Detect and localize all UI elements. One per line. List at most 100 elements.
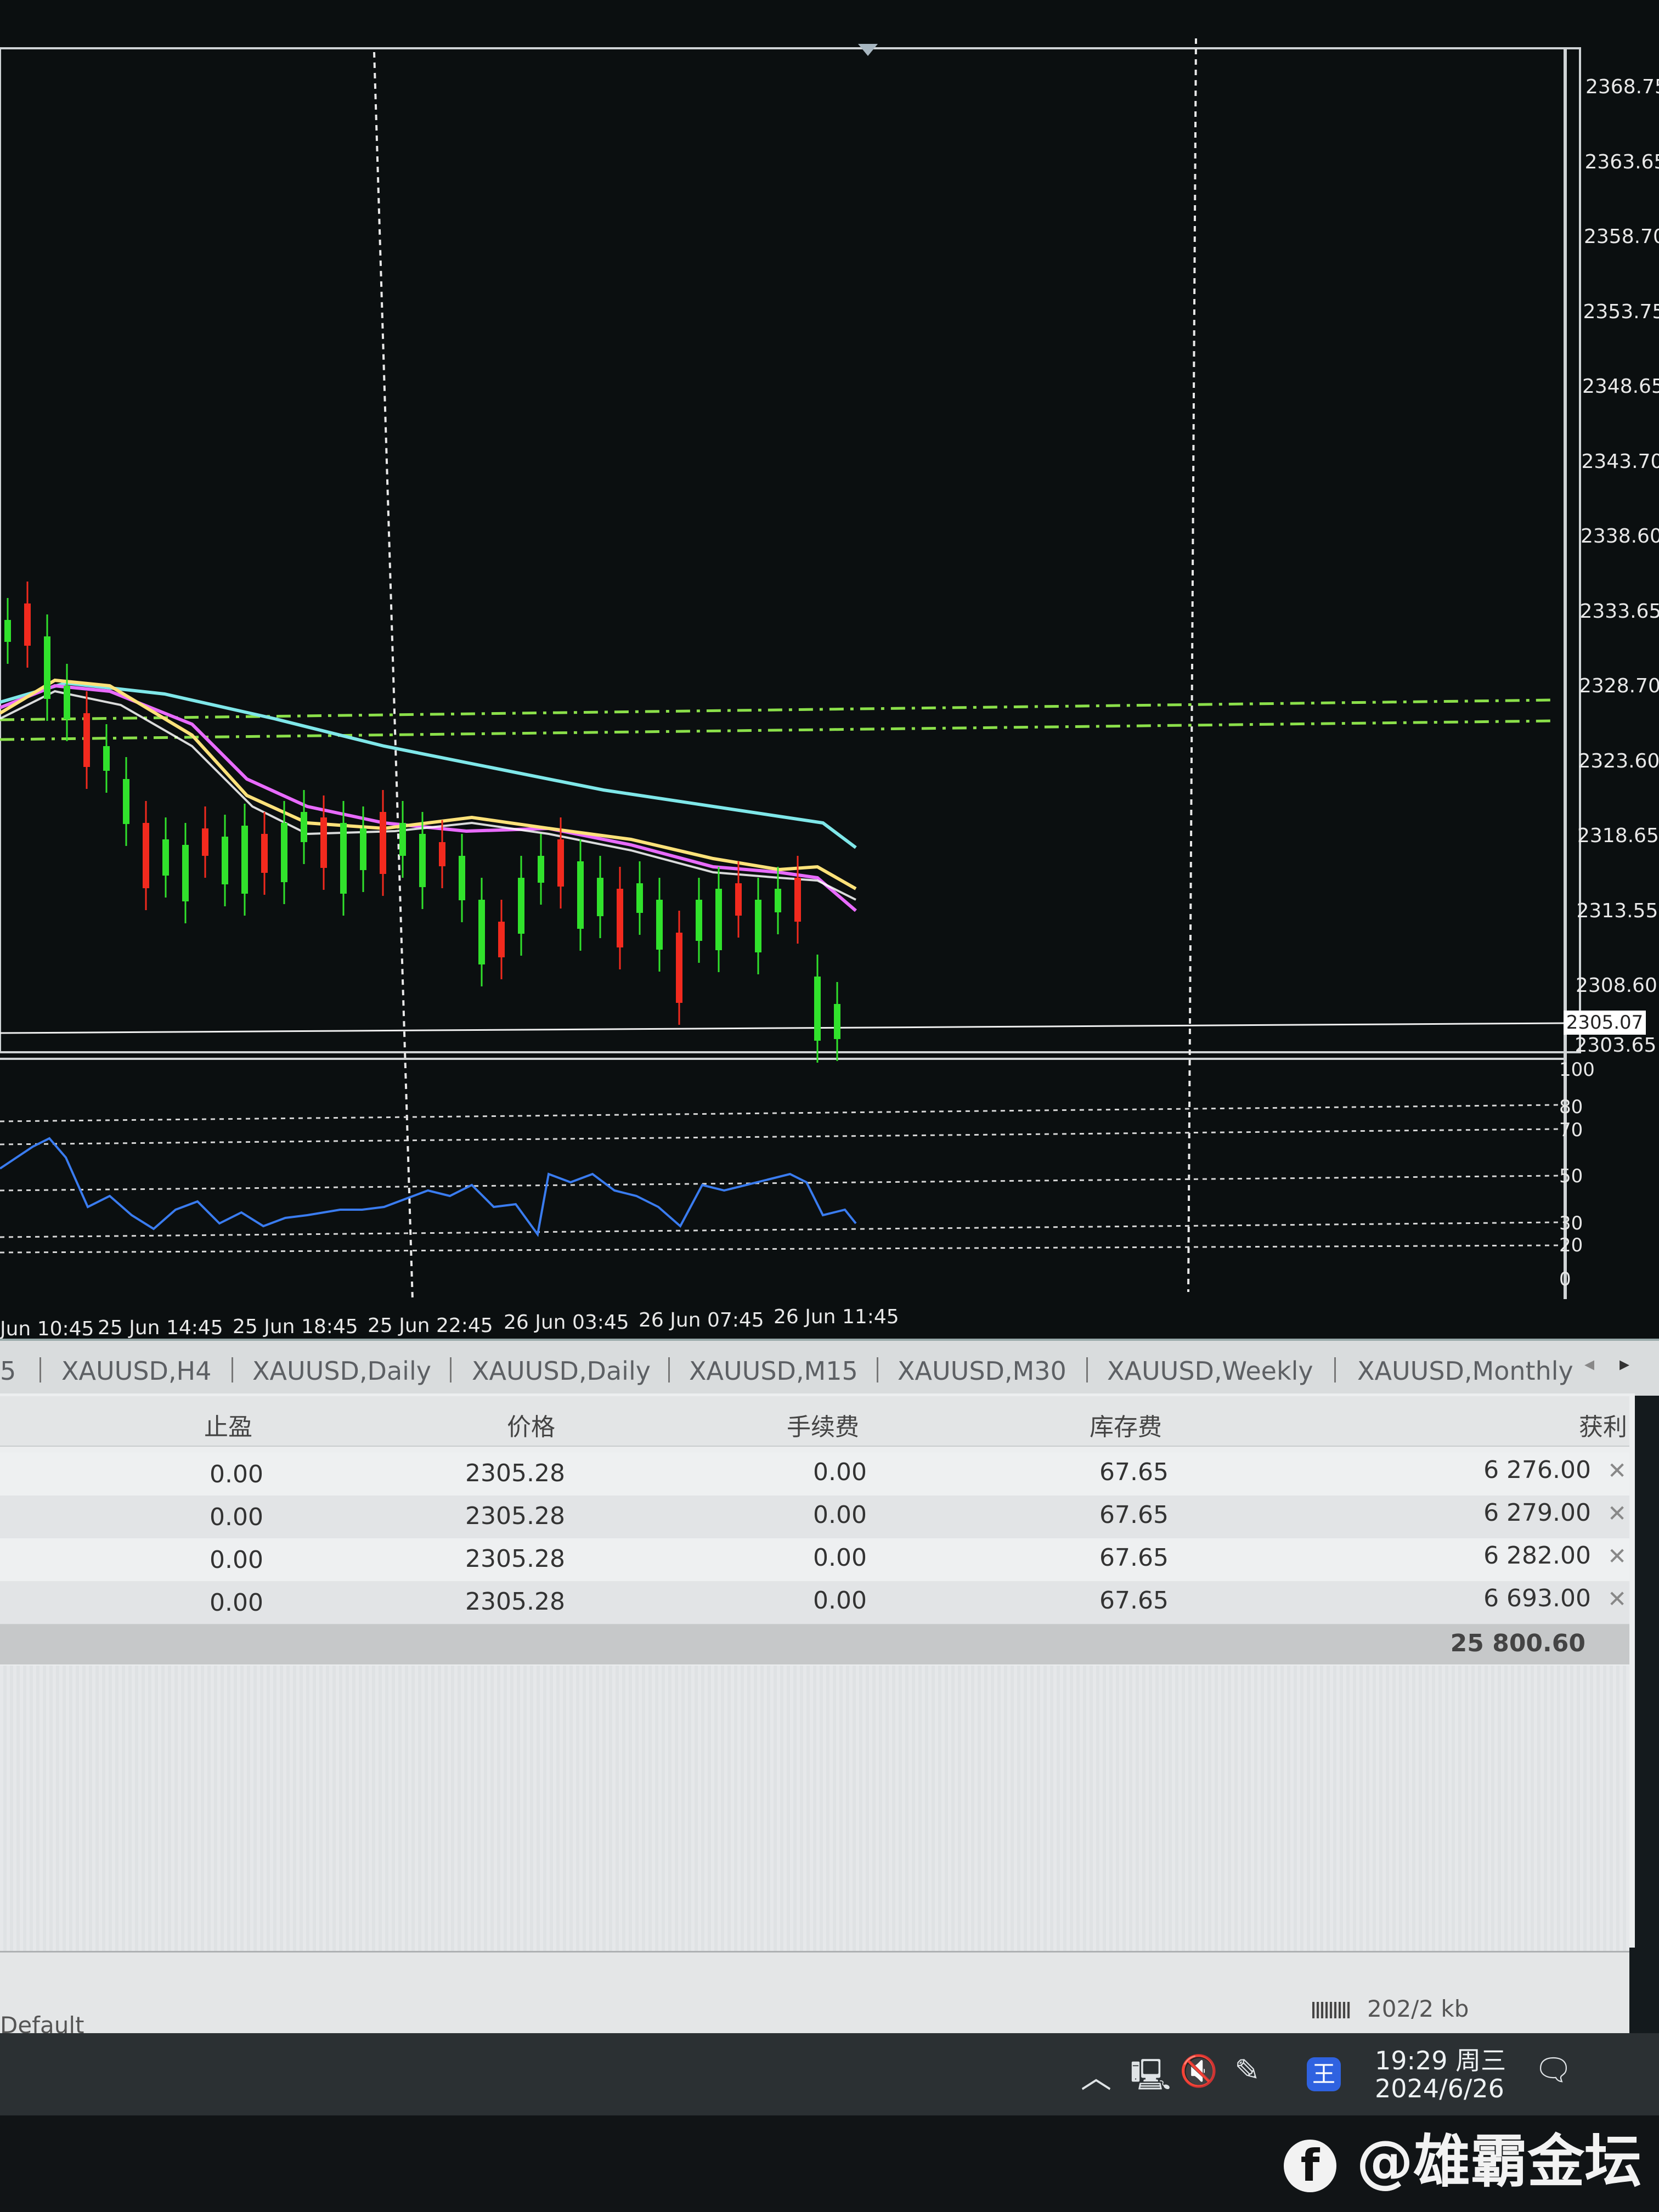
chevron-up-icon[interactable]: ︿ — [1081, 2053, 1111, 2097]
tab-chart-m15[interactable]: XAUUSD,M15 — [689, 1356, 858, 1386]
price-chart[interactable]: 2368.75 2363.65 2358.70 2353.75 2348.65 2343.… — [0, 0, 1659, 1340]
tab-scroll-right-icon[interactable]: ▸ — [1620, 1353, 1629, 1375]
table-empty-area — [0, 1666, 1629, 1951]
facebook-icon: f — [1284, 2139, 1336, 2192]
table-row[interactable]: 0.00 2305.28 0.00 67.65 6 693.00 ✕ — [0, 1581, 1629, 1625]
candle-body — [241, 826, 248, 894]
price-tick-label: 2308.60 — [1576, 974, 1657, 997]
price-tick-label: 2348.65 — [1582, 375, 1659, 398]
table-row[interactable]: 0.00 2305.28 0.00 67.65 6 276.00 ✕ — [0, 1453, 1629, 1497]
candle-body — [123, 779, 129, 824]
candle-body — [261, 834, 268, 873]
cell-take-profit: 0.00 — [210, 1589, 263, 1617]
candle-body — [459, 856, 465, 900]
tab-chart-daily[interactable]: XAUUSD,Daily — [252, 1356, 431, 1386]
candle-body — [636, 883, 643, 913]
cell-take-profit: 0.00 — [210, 1460, 263, 1488]
candle-body — [202, 828, 208, 856]
rsi-level-70 — [0, 1128, 1559, 1146]
close-position-icon[interactable]: ✕ — [1607, 1500, 1627, 1527]
column-header-swap[interactable]: 库存费 — [1090, 1407, 1162, 1442]
price-tick-label: 2363.65 — [1584, 150, 1659, 173]
taskbar-time[interactable]: 19:29 周三 — [1375, 2041, 1506, 2077]
tab-separator — [1086, 1357, 1088, 1383]
taskbar-date[interactable]: 2024/6/26 — [1375, 2074, 1504, 2103]
price-tick-label: 2353.75 — [1583, 300, 1659, 323]
price-tick-label: 2338.60 — [1581, 525, 1659, 548]
candle-body — [439, 842, 445, 866]
candle-body — [577, 861, 584, 929]
column-header-take-profit[interactable]: 止盈 — [204, 1407, 252, 1442]
tab-separator — [1334, 1357, 1336, 1383]
time-tick-label: 25 Jun 22:45 — [368, 1314, 493, 1337]
candle-body — [24, 603, 31, 646]
cell-profit: 6 276.00 — [1483, 1456, 1591, 1484]
price-tick-label: 2358.70 — [1584, 225, 1659, 248]
candle-body — [64, 686, 70, 719]
tab-chart-h4[interactable]: XAUUSD,H4 — [61, 1356, 211, 1386]
tab-separator — [450, 1357, 452, 1383]
candlesticks — [4, 582, 840, 1063]
cell-profit: 6 693.00 — [1483, 1584, 1591, 1612]
tab-chart-daily-2[interactable]: XAUUSD,Daily — [472, 1356, 651, 1386]
status-bar: Default 202/2 kb — [0, 1951, 1629, 2039]
candle-body — [103, 746, 110, 771]
candle-body — [301, 812, 307, 842]
total-row: 25 800.60 — [0, 1625, 1629, 1664]
tab-chart-monthly[interactable]: XAUUSD,Monthly — [1357, 1356, 1573, 1386]
cell-swap: 67.65 — [1099, 1501, 1169, 1529]
watermark-text: @雄霸金坛 — [1356, 2128, 1642, 2195]
candle-body — [498, 922, 505, 957]
ime-icon[interactable]: 王 — [1307, 2057, 1341, 2091]
cell-take-profit: 0.00 — [210, 1503, 263, 1531]
level-line-lower — [0, 719, 1553, 741]
tab-separator — [668, 1357, 670, 1383]
price-tick-label: 2343.70 — [1581, 450, 1659, 473]
candle-body — [676, 933, 682, 1003]
connection-bars-icon — [1312, 2002, 1351, 2018]
close-position-icon[interactable]: ✕ — [1607, 1585, 1627, 1612]
rsi-tick-label: 70 — [1559, 1119, 1583, 1141]
candle-body — [814, 977, 821, 1041]
cell-commission: 0.00 — [813, 1458, 867, 1486]
price-tick-label: 2368.75 — [1585, 76, 1659, 98]
cell-price: 2305.28 — [465, 1588, 565, 1616]
time-tick-label: 26 Jun 03:45 — [504, 1311, 629, 1334]
price-tick-label: 2323.60 — [1578, 749, 1659, 772]
table-row[interactable]: 0.00 2305.28 0.00 67.65 6 282.00 ✕ — [0, 1538, 1629, 1582]
watermark: f @雄霸金坛 — [1284, 2115, 1641, 2198]
tab-scroll-left-icon[interactable]: ◂ — [1584, 1353, 1594, 1375]
table-row[interactable]: 0.00 2305.28 0.00 67.65 6 279.00 ✕ — [0, 1496, 1629, 1539]
close-position-icon[interactable]: ✕ — [1607, 1543, 1627, 1570]
chart-shift-marker[interactable] — [858, 44, 878, 56]
notification-icon[interactable]: 🗨 — [1534, 2052, 1573, 2088]
candle-body — [834, 1004, 840, 1039]
candle-body — [656, 900, 663, 950]
candle-body — [360, 828, 366, 870]
rsi-level-20 — [0, 1244, 1559, 1254]
rsi-tick-label: 20 — [1559, 1234, 1583, 1256]
pen-icon[interactable]: ✎ — [1234, 2053, 1260, 2089]
candle-body — [518, 878, 524, 934]
tab-chart-weekly[interactable]: XAUUSD,Weekly — [1107, 1356, 1313, 1386]
close-position-icon[interactable]: ✕ — [1607, 1457, 1627, 1484]
column-header-commission[interactable]: 手续费 — [787, 1407, 859, 1442]
volume-muted-icon[interactable]: 🔇 — [1180, 2053, 1218, 2089]
column-header-profit[interactable]: 获利 — [1579, 1407, 1627, 1442]
column-header-price[interactable]: 价格 — [507, 1407, 555, 1442]
candle-body — [44, 636, 50, 699]
windows-taskbar: ︿ 🖳 🔇 ✎ 王 19:29 周三 2024/6/26 🗨 — [0, 2033, 1659, 2115]
tab-separator — [877, 1357, 878, 1383]
candle-body — [83, 713, 90, 767]
tab-chart-0[interactable]: 5 — [0, 1356, 16, 1386]
candle-body — [735, 883, 742, 916]
rsi-tick-label: 30 — [1559, 1212, 1583, 1234]
network-icon[interactable]: 🖳 — [1130, 2053, 1171, 2105]
candle-body — [222, 837, 228, 884]
rsi-line — [0, 1137, 857, 1237]
candle-body — [340, 823, 347, 894]
tab-chart-m30[interactable]: XAUUSD,M30 — [898, 1356, 1066, 1386]
candle-body — [617, 889, 623, 947]
candle-body — [794, 878, 801, 922]
candle-body — [281, 823, 287, 882]
